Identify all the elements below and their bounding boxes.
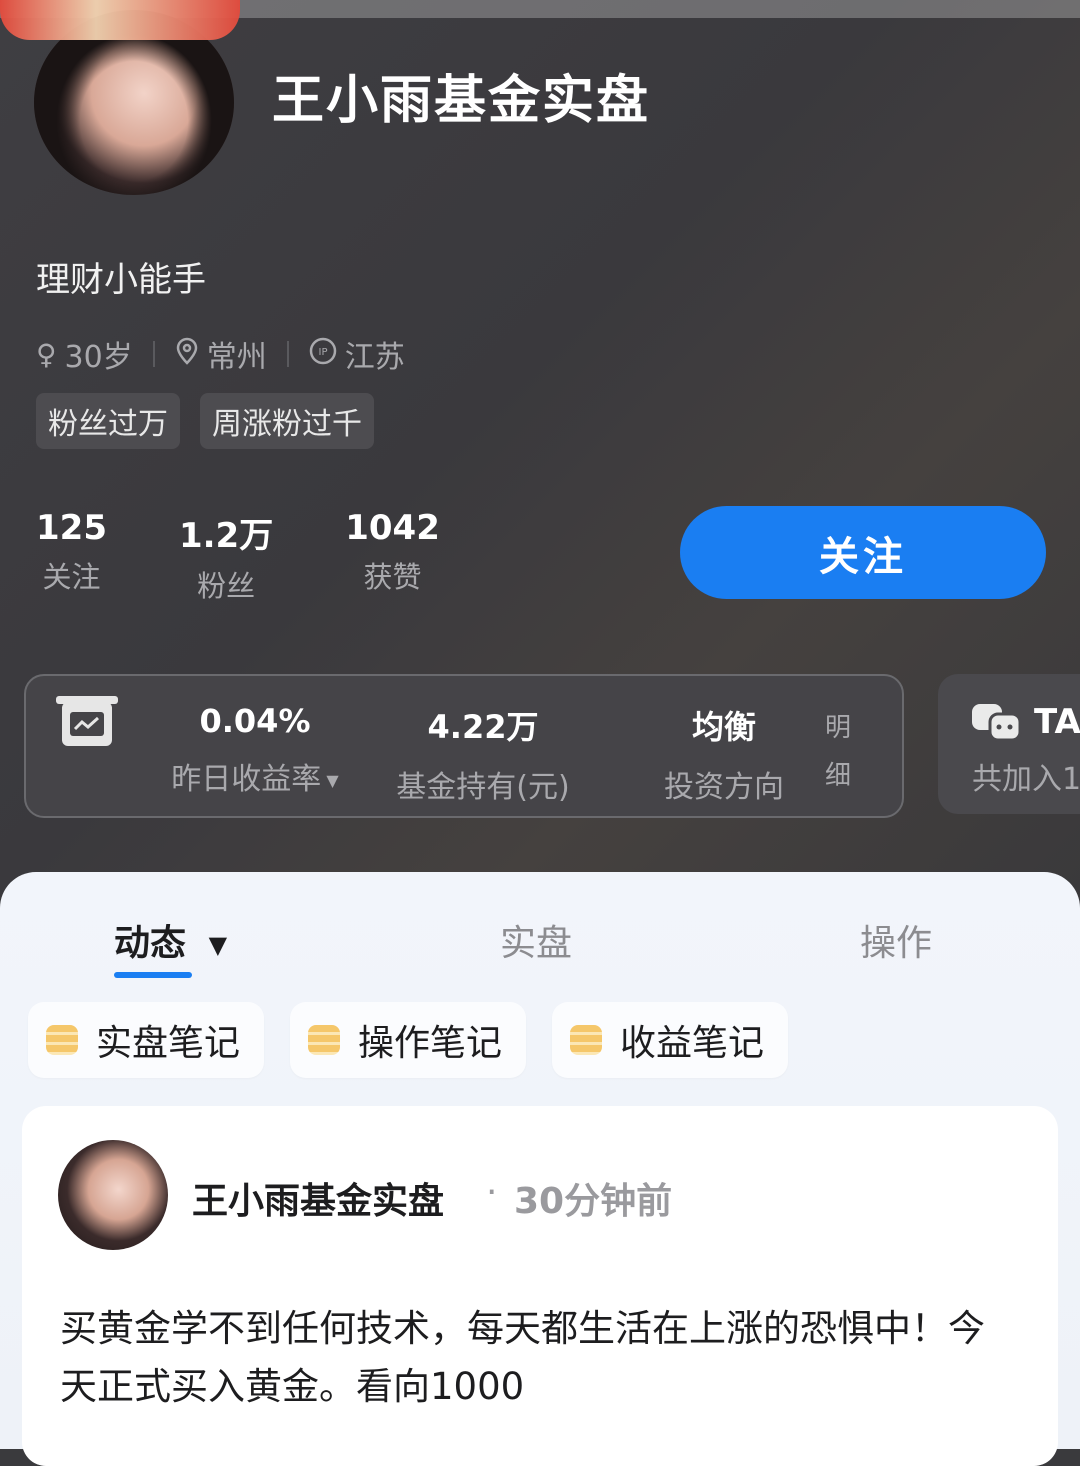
stat-followers[interactable]: 1.2万 粉丝 bbox=[179, 508, 273, 605]
stat-label: 获赞 bbox=[363, 560, 422, 594]
stat-following[interactable]: 125 关注 bbox=[36, 508, 107, 605]
detail-char: 明 bbox=[824, 713, 851, 743]
group-chat-icon bbox=[972, 702, 1022, 742]
yield-column[interactable]: 0.04% 昨日收益率 ▼ bbox=[150, 702, 360, 798]
avatar-frame-decoration bbox=[0, 0, 240, 40]
stat-label: 粉丝 bbox=[197, 569, 256, 603]
tab-dynamics[interactable]: 动态 ▼ bbox=[114, 914, 227, 966]
detail-char: 细 bbox=[824, 761, 851, 791]
detail-link[interactable]: 明 细 bbox=[818, 704, 858, 800]
coin-stack-icon bbox=[570, 1025, 603, 1055]
follow-button[interactable]: 关注 bbox=[680, 506, 1046, 599]
post-card[interactable]: 王小雨基金实盘 · 30分钟前 买黄金学不到任何技术，每天都生活在上涨的恐惧中！… bbox=[22, 1106, 1058, 1466]
post-separator: · bbox=[486, 1172, 498, 1213]
note-filter-chips: 实盘笔记 操作笔记 收益笔记 bbox=[28, 1002, 789, 1078]
ta-group-card[interactable]: TA 共加入1 bbox=[938, 674, 1080, 814]
female-icon: ♀ bbox=[36, 337, 57, 371]
profile-meta: ♀ 30岁 常州 IP 江苏 bbox=[36, 334, 405, 375]
chip-label: 操作笔记 bbox=[358, 1023, 503, 1064]
divider bbox=[286, 341, 289, 367]
active-tab-indicator bbox=[114, 972, 192, 978]
tab-portfolio[interactable]: 实盘 bbox=[500, 914, 572, 966]
stat-value: 1042 bbox=[345, 508, 440, 548]
tab-operations[interactable]: 操作 bbox=[860, 914, 932, 966]
badge[interactable]: 周涨粉过千 bbox=[200, 393, 374, 449]
chip-earnings-notes[interactable]: 收益笔记 bbox=[552, 1002, 789, 1078]
tab-label: 动态 bbox=[114, 923, 187, 964]
stat-value: 1.2万 bbox=[178, 516, 274, 556]
dropdown-triangle-icon[interactable]: ▼ bbox=[321, 771, 338, 790]
holding-column: 4.22万 基金持有(元) bbox=[388, 702, 578, 806]
chart-icon bbox=[56, 696, 118, 746]
chip-operation-notes[interactable]: 操作笔记 bbox=[290, 1002, 527, 1078]
post-author-avatar[interactable] bbox=[58, 1140, 168, 1250]
fund-summary-card[interactable]: 0.04% 昨日收益率 ▼ 4.22万 基金持有(元) 均衡 投资方向 bbox=[24, 674, 904, 818]
holding-label: 基金持有(元) bbox=[396, 770, 570, 805]
holding-value: 4.22万 bbox=[427, 708, 539, 746]
stat-likes[interactable]: 1042 获赞 bbox=[345, 508, 440, 605]
caret-down-icon: ▼ bbox=[208, 931, 228, 959]
post-timestamp: 30分钟前 bbox=[514, 1181, 673, 1222]
age-label: 30岁 bbox=[64, 340, 133, 375]
svg-text:IP: IP bbox=[318, 347, 327, 358]
ta-subtitle: 共加入1 bbox=[972, 762, 1080, 797]
coin-stack-icon bbox=[308, 1025, 341, 1055]
badge[interactable]: 粉丝过万 bbox=[36, 393, 180, 449]
chip-label: 实盘笔记 bbox=[96, 1023, 241, 1064]
yield-value: 0.04% bbox=[199, 702, 311, 740]
page-title: 王小雨基金实盘 bbox=[272, 71, 651, 131]
stat-value: 125 bbox=[36, 508, 107, 548]
ta-title: TA bbox=[1034, 702, 1080, 742]
city-label: 常州 bbox=[206, 340, 267, 375]
direction-column: 均衡 投资方向 bbox=[656, 702, 792, 806]
ip-icon: IP bbox=[309, 337, 337, 372]
badge-list: 粉丝过万 周涨粉过千 bbox=[36, 393, 374, 449]
chip-label: 收益笔记 bbox=[620, 1023, 765, 1064]
profile-stats: 125 关注 1.2万 粉丝 1042 获赞 bbox=[36, 508, 512, 605]
profile-bio: 理财小能手 bbox=[36, 260, 206, 300]
coin-stack-icon bbox=[46, 1025, 78, 1055]
ip-location-label: 江苏 bbox=[344, 340, 405, 375]
divider bbox=[152, 341, 155, 367]
location-pin-icon bbox=[175, 337, 199, 372]
post-body: 买黄金学不到任何技术，每天都生活在上涨的恐惧中！今天正式买入黄金。看向1000 bbox=[60, 1307, 985, 1408]
direction-label: 投资方向 bbox=[664, 770, 784, 805]
profile-header: 王小雨基金实盘 理财小能手 ♀ 30岁 常州 IP 江苏 粉丝过万 周涨粉过千 … bbox=[0, 0, 1080, 900]
direction-value: 均衡 bbox=[691, 708, 756, 746]
chip-portfolio-notes[interactable]: 实盘笔记 bbox=[28, 1002, 265, 1078]
stat-label: 关注 bbox=[42, 560, 101, 594]
yield-label: 昨日收益率 bbox=[171, 762, 322, 797]
post-author-name[interactable]: 王小雨基金实盘 bbox=[192, 1172, 444, 1224]
